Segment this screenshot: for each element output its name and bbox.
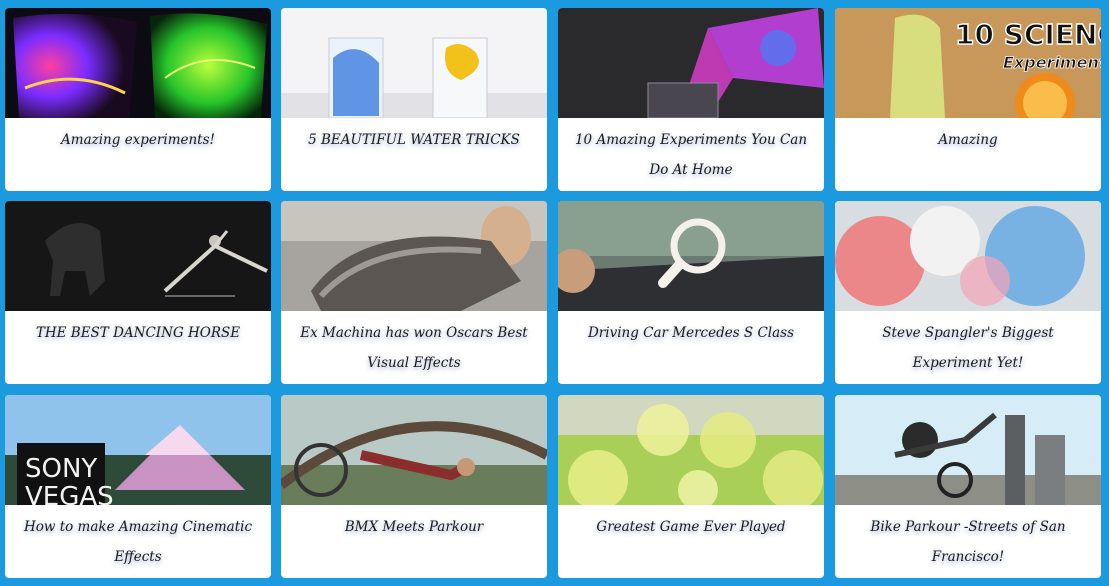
video-title[interactable]: How to make Amazing Cinematic Effects [15,505,261,578]
video-card[interactable]: Driving Car Mercedes S Class [558,201,824,384]
video-card[interactable]: SONY VEGAS How to make Amazing Cinematic… [5,395,271,578]
thumb-heading: SONY [25,454,97,484]
video-title[interactable]: Amazing experiments! [15,118,261,191]
car-interior-thumbnail[interactable] [558,201,824,311]
video-title[interactable]: 10 Amazing Experiments You Can Do At Hom… [568,118,814,191]
video-card[interactable]: Ex Machina has won Oscars Best Visual Ef… [281,201,547,384]
thumb-subheading: Experiments [1003,53,1101,72]
video-title[interactable]: BMX Meets Parkour [291,505,537,578]
bmx-rider-thumbnail[interactable] [281,395,547,505]
sony-vegas-mountain-thumbnail[interactable]: SONY VEGAS [5,395,271,505]
horse-and-dancer-thumbnail[interactable] [5,201,271,311]
video-title[interactable]: 5 BEAUTIFUL WATER TRICKS [291,118,537,191]
video-card[interactable]: Greatest Game Ever Played [558,395,824,578]
video-title[interactable]: Amazing [845,118,1091,191]
video-card[interactable]: THE BEST DANCING HORSE [5,201,271,384]
thumb-subheading: VEGAS [25,482,114,505]
video-card[interactable]: 10 SCIENCE Experiments Amazing [835,8,1101,191]
ten-science-experiments-thumbnail[interactable]: 10 SCIENCE Experiments [835,8,1101,118]
video-title[interactable]: THE BEST DANCING HORSE [15,311,261,384]
video-card[interactable]: Bike Parkour -Streets of San Francisco! [835,395,1101,578]
thumb-heading: 10 SCIENCE [955,18,1101,51]
video-title[interactable]: Bike Parkour -Streets of San Francisco! [845,505,1091,578]
video-title[interactable]: Steve Spangler's Biggest Experiment Yet! [845,311,1091,384]
video-title[interactable]: Driving Car Mercedes S Class [568,311,814,384]
video-card[interactable]: Steve Spangler's Biggest Experiment Yet! [835,201,1101,384]
video-card[interactable]: 5 BEAUTIFUL WATER TRICKS [281,8,547,191]
video-grid: Amazing experiments! 5 BEAUTIFUL WATER T… [5,8,1106,578]
robot-woman-thumbnail[interactable] [281,201,547,311]
glowing-glasses-thumbnail[interactable] [5,8,271,118]
video-title[interactable]: Greatest Game Ever Played [568,505,814,578]
video-card[interactable]: Amazing experiments! [5,8,271,191]
bubble-soccer-thumbnail[interactable] [558,395,824,505]
pouring-bottle-thumbnail[interactable] [558,8,824,118]
video-title[interactable]: Ex Machina has won Oscars Best Visual Ef… [291,311,537,384]
bike-parkour-thumbnail[interactable] [835,395,1101,505]
video-card[interactable]: BMX Meets Parkour [281,395,547,578]
ink-in-water-glasses-thumbnail[interactable] [281,8,547,118]
color-explosion-thumbnail[interactable] [835,201,1101,311]
video-card[interactable]: 10 Amazing Experiments You Can Do At Hom… [558,8,824,191]
